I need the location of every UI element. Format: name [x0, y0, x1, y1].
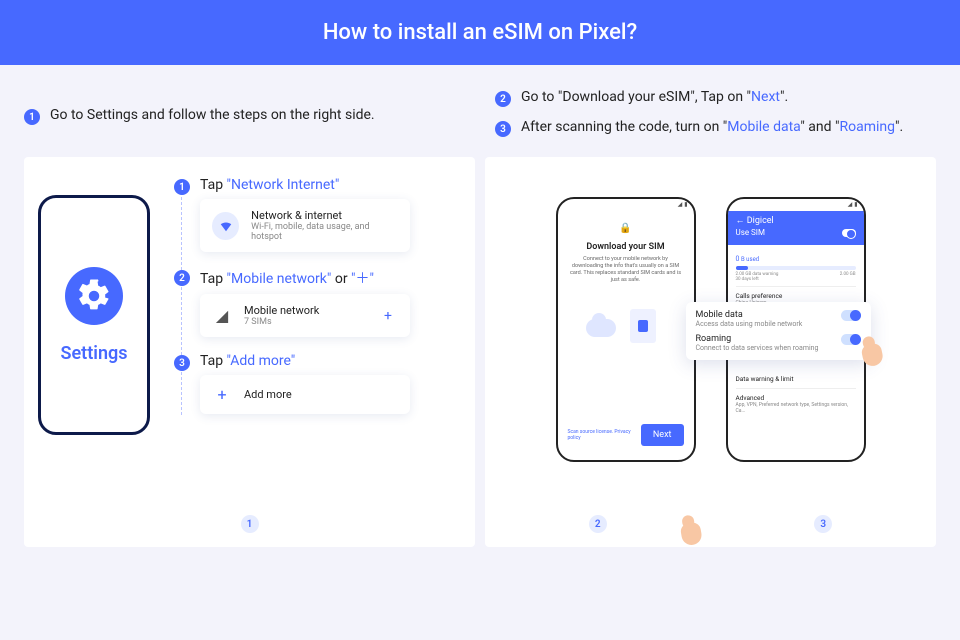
- intro-left-text: Go to Settings and follow the steps on t…: [50, 107, 375, 123]
- mobile-data-sub: Access data using mobile network: [696, 320, 803, 328]
- download-sim-desc: Connect to your mobile network by downlo…: [568, 256, 684, 285]
- lock-icon: 🔒: [619, 223, 631, 234]
- add-more-title: Add more: [244, 388, 292, 401]
- intro-right-line-2: After scanning the code, turn on "Mobile…: [521, 119, 903, 135]
- substep-3-title: Tap "Add more": [200, 353, 461, 369]
- sim-illustration: [586, 309, 666, 359]
- settings-label: Settings: [61, 343, 128, 364]
- add-more-card[interactable]: + Add more: [200, 375, 410, 414]
- next-button[interactable]: Next: [641, 424, 684, 446]
- step-badge-1: 1: [24, 109, 40, 125]
- step-badge-3: 3: [495, 121, 511, 137]
- network-internet-card[interactable]: Network & internet Wi-Fi, mobile, data u…: [200, 199, 410, 252]
- wifi-icon: [212, 212, 239, 240]
- panels-row: Settings 1 Tap "Network Internet": [0, 149, 960, 567]
- use-sim-toggle[interactable]: [842, 229, 856, 237]
- substep-2-title: Tap "Mobile network" or "＋": [200, 268, 461, 288]
- roaming-title: Roaming: [696, 334, 819, 344]
- panel-number-2: 2: [589, 515, 607, 533]
- privacy-link[interactable]: Scan source license. Privacy policy: [568, 429, 641, 441]
- roaming-toggle[interactable]: [841, 334, 861, 345]
- substep-3-badge: 3: [174, 355, 190, 371]
- roaming-sub: Connect to data services when roaming: [696, 344, 819, 352]
- back-icon[interactable]: ← Digicel: [736, 215, 856, 226]
- substep-2: 2 Tap "Mobile network" or "＋" ◢ Mobile n…: [174, 268, 461, 337]
- settings-phone: Settings: [38, 195, 150, 435]
- download-sim-title: Download your SIM: [586, 242, 664, 252]
- mobile-card-sub: 7 SIMs: [244, 317, 319, 327]
- signal-icon: ◢: [212, 306, 232, 325]
- status-bar: ◢▮: [728, 199, 864, 211]
- header-banner: How to install an eSIM on Pixel?: [0, 0, 960, 65]
- panel-right: ◢▮ 🔒 Download your SIM Connect to your m…: [485, 157, 936, 547]
- substep-1-badge: 1: [174, 179, 190, 195]
- plus-icon: +: [212, 385, 232, 404]
- sim-card-icon: [630, 309, 656, 343]
- data-used-label: B used: [741, 256, 759, 263]
- mobile-card-title: Mobile network: [244, 304, 319, 317]
- mobile-network-card[interactable]: ◢ Mobile network 7 SIMs +: [200, 294, 410, 337]
- network-card-title: Network & internet: [251, 209, 398, 222]
- step-badge-2: 2: [495, 91, 511, 107]
- intro-row: 1 Go to Settings and follow the steps on…: [0, 65, 960, 149]
- intro-right-line-1: Go to "Download your eSIM", Tap on "Next…: [521, 89, 788, 105]
- network-card-sub: Wi-Fi, mobile, data usage, and hotspot: [251, 222, 398, 242]
- data-warning-row[interactable]: Data warning & limit: [736, 370, 856, 389]
- use-sim-label: Use SIM: [736, 228, 765, 237]
- data-used-value: 0: [736, 255, 740, 263]
- days-left-text: 30 days left: [736, 277, 759, 282]
- status-bar: ◢▮: [558, 199, 694, 211]
- toggles-overlay: Mobile data Access data using mobile net…: [686, 302, 871, 360]
- data-limit-text: 2.00 GB: [840, 272, 856, 277]
- substep-1-title: Tap "Network Internet": [200, 177, 461, 193]
- substep-1: 1 Tap "Network Internet" Network & inter…: [174, 177, 461, 252]
- intro-left: 1 Go to Settings and follow the steps on…: [24, 89, 465, 137]
- panel-left-number: 1: [241, 515, 259, 533]
- mobile-data-toggle[interactable]: [841, 310, 861, 321]
- substep-3: 3 Tap "Add more" + Add more: [174, 353, 461, 414]
- data-usage-bar: [736, 266, 856, 270]
- gear-icon: [65, 267, 123, 325]
- substep-2-badge: 2: [174, 270, 190, 286]
- mobile-data-title: Mobile data: [696, 310, 803, 320]
- cloud-icon: [586, 319, 616, 337]
- add-network-plus[interactable]: +: [378, 308, 398, 324]
- advanced-row[interactable]: Advanced App, VPN, Preferred network typ…: [736, 389, 856, 419]
- page-title: How to install an eSIM on Pixel?: [323, 20, 637, 45]
- step-connector-line: [181, 197, 182, 415]
- panel-right-numbers: 2 3: [485, 515, 936, 533]
- panel-left: Settings 1 Tap "Network Internet": [24, 157, 475, 547]
- intro-right: 2 Go to "Download your eSIM", Tap on "Ne…: [495, 89, 936, 137]
- panel-number-3: 3: [814, 515, 832, 533]
- phone-download-sim: ◢▮ 🔒 Download your SIM Connect to your m…: [556, 197, 696, 462]
